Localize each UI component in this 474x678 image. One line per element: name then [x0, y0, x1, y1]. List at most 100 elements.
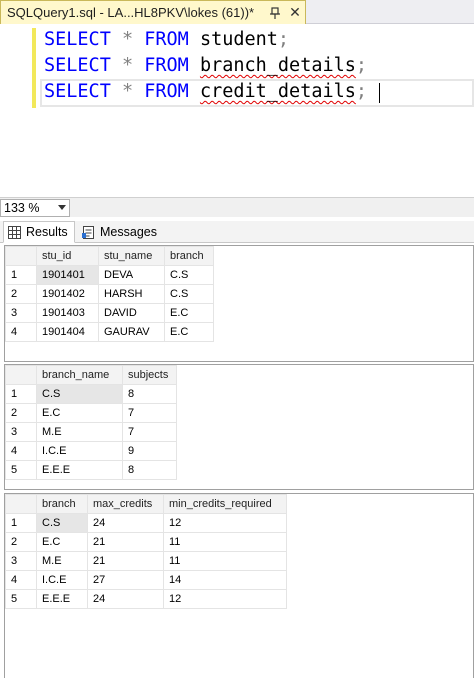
- result-grid-credit-details[interactable]: branch max_credits min_credits_required …: [4, 493, 474, 678]
- table-cell[interactable]: 11: [163, 532, 287, 552]
- result-table[interactable]: stu_id stu_name branch 1 1901401 DEVA C.S 2…: [5, 246, 214, 342]
- row-number: 2: [5, 284, 37, 304]
- code-line-1[interactable]: SELECT * FROM student;: [44, 27, 289, 53]
- document-tab-title: SQLQuery1.sql - LA...HL8PKV\lokes (61))*: [7, 5, 255, 20]
- table-cell[interactable]: 7: [122, 422, 177, 442]
- table-row[interactable]: 4 I.C.E 27 14: [5, 570, 287, 590]
- editor-gutter: [0, 24, 26, 197]
- table-cell[interactable]: 27: [87, 570, 164, 590]
- pin-icon[interactable]: [268, 6, 282, 20]
- column-header[interactable]: stu_id: [36, 246, 99, 266]
- table-cell[interactable]: M.E: [36, 551, 88, 571]
- table-cell[interactable]: E.E.E: [36, 589, 88, 609]
- table-cell[interactable]: I.C.E: [36, 441, 123, 461]
- result-table[interactable]: branch max_credits min_credits_required …: [5, 494, 287, 609]
- column-header[interactable]: stu_name: [98, 246, 165, 266]
- table-row[interactable]: 2 1901402 HARSH C.S: [5, 284, 214, 304]
- result-grid-branch-details[interactable]: branch_name subjects 1 C.S 8 2 E.C 7 3 M.E 7 4…: [4, 364, 474, 490]
- query-editor[interactable]: SELECT * FROM student; SELECT * FROM bra…: [0, 24, 474, 197]
- table-cell[interactable]: E.C: [36, 403, 123, 423]
- table-cell[interactable]: 8: [122, 384, 177, 404]
- table-row[interactable]: 4 1901404 GAURAV E.C: [5, 322, 214, 342]
- table-header-row: branch_name subjects: [5, 365, 177, 385]
- tab-messages[interactable]: Messages: [78, 221, 164, 243]
- row-number: 4: [5, 441, 37, 461]
- row-number: 3: [5, 303, 37, 323]
- change-marker: [32, 28, 36, 108]
- table-cell[interactable]: GAURAV: [98, 322, 165, 342]
- table-header-row: branch max_credits min_credits_required: [5, 494, 287, 514]
- row-number: 3: [5, 422, 37, 442]
- table-cell[interactable]: 1901402: [36, 284, 99, 304]
- column-header[interactable]: branch_name: [36, 365, 123, 385]
- table-cell[interactable]: E.C: [164, 322, 214, 342]
- table-cell[interactable]: 21: [87, 532, 164, 552]
- table-cell[interactable]: 12: [163, 589, 287, 609]
- row-number: 5: [5, 589, 37, 609]
- table-row[interactable]: 1 1901401 DEVA C.S: [5, 265, 214, 285]
- column-header[interactable]: branch: [164, 246, 214, 266]
- table-cell[interactable]: C.S: [36, 384, 123, 404]
- table-row[interactable]: 2 E.C 7: [5, 403, 177, 423]
- table-cell[interactable]: 24: [87, 513, 164, 533]
- table-row[interactable]: 4 I.C.E 9: [5, 441, 177, 461]
- chevron-down-icon[interactable]: [58, 205, 66, 210]
- column-header[interactable]: branch: [36, 494, 88, 514]
- row-number: 5: [5, 460, 37, 480]
- close-icon[interactable]: ✕: [288, 5, 302, 19]
- table-row[interactable]: 1 C.S 8: [5, 384, 177, 404]
- row-number: 2: [5, 403, 37, 423]
- table-cell[interactable]: E.E.E: [36, 460, 123, 480]
- zoom-select[interactable]: 133 %: [0, 199, 70, 217]
- table-cell[interactable]: C.S: [164, 284, 214, 304]
- table-cell[interactable]: 8: [122, 460, 177, 480]
- row-number: 1: [5, 513, 37, 533]
- table-cell[interactable]: I.C.E: [36, 570, 88, 590]
- tab-results[interactable]: Results: [3, 221, 75, 243]
- table-row[interactable]: 1 C.S 24 12: [5, 513, 287, 533]
- table-cell[interactable]: 24: [87, 589, 164, 609]
- table-cell[interactable]: 14: [163, 570, 287, 590]
- table-cell[interactable]: 1901401: [36, 265, 99, 285]
- table-cell[interactable]: C.S: [36, 513, 88, 533]
- row-number: 4: [5, 570, 37, 590]
- table-row[interactable]: 3 1901403 DAVID E.C: [5, 303, 214, 323]
- table-row[interactable]: 3 M.E 21 11: [5, 551, 287, 571]
- row-number: 4: [5, 322, 37, 342]
- table-cell[interactable]: 21: [87, 551, 164, 571]
- row-number: 1: [5, 265, 37, 285]
- table-row[interactable]: 3 M.E 7: [5, 422, 177, 442]
- column-header[interactable]: subjects: [122, 365, 177, 385]
- table-cell[interactable]: 9: [122, 441, 177, 461]
- result-table[interactable]: branch_name subjects 1 C.S 8 2 E.C 7 3 M.E 7 4…: [5, 365, 177, 480]
- table-cell[interactable]: HARSH: [98, 284, 165, 304]
- row-number-header: [5, 494, 37, 514]
- document-tab[interactable]: SQLQuery1.sql - LA...HL8PKV\lokes (61))*…: [0, 0, 306, 24]
- column-header[interactable]: max_credits: [87, 494, 164, 514]
- table-cell[interactable]: E.C: [164, 303, 214, 323]
- table-cell[interactable]: E.C: [36, 532, 88, 552]
- text-caret: [379, 83, 380, 103]
- table-row[interactable]: 2 E.C 21 11: [5, 532, 287, 552]
- table-row[interactable]: 5 E.E.E 8: [5, 460, 177, 480]
- table-cell[interactable]: 7: [122, 403, 177, 423]
- grid-icon: [8, 225, 21, 239]
- table-header-row: stu_id stu_name branch: [5, 246, 214, 266]
- messages-icon: [82, 225, 94, 239]
- code-line-3[interactable]: SELECT * FROM credit_details;: [44, 79, 367, 105]
- table-cell[interactable]: DEVA: [98, 265, 165, 285]
- table-cell[interactable]: 1901404: [36, 322, 99, 342]
- column-header[interactable]: min_credits_required: [163, 494, 287, 514]
- row-number-header: [5, 246, 37, 266]
- row-number: 3: [5, 551, 37, 571]
- code-line-2[interactable]: SELECT * FROM branch_details;: [44, 53, 367, 79]
- table-row[interactable]: 5 E.E.E 24 12: [5, 589, 287, 609]
- table-cell[interactable]: 12: [163, 513, 287, 533]
- table-cell[interactable]: M.E: [36, 422, 123, 442]
- table-cell[interactable]: 11: [163, 551, 287, 571]
- table-cell[interactable]: C.S: [164, 265, 214, 285]
- row-number: 1: [5, 384, 37, 404]
- table-cell[interactable]: 1901403: [36, 303, 99, 323]
- result-grid-student[interactable]: stu_id stu_name branch 1 1901401 DEVA C.S 2…: [4, 245, 474, 362]
- table-cell[interactable]: DAVID: [98, 303, 165, 323]
